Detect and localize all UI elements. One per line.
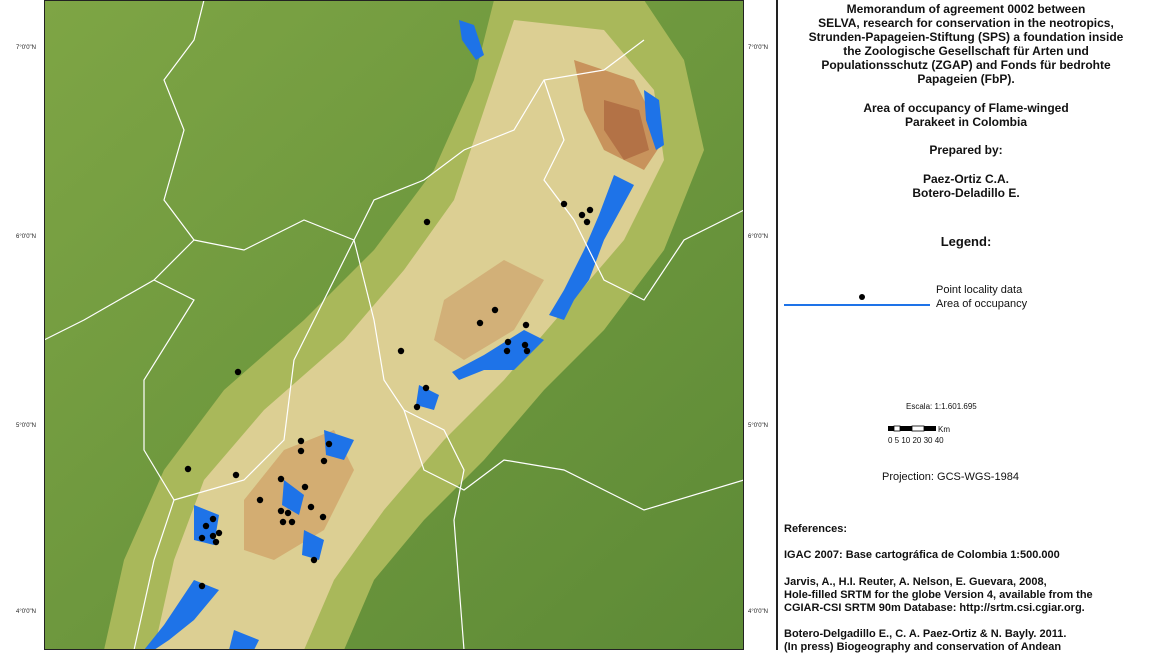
locality-point[interactable] <box>297 447 305 455</box>
locality-point[interactable] <box>215 529 223 537</box>
area-legend-label: Area of occupancy <box>936 298 1028 310</box>
reference-igac: IGAC 2007: Base cartográfica de Colombia… <box>784 549 1060 561</box>
locality-point[interactable] <box>297 437 305 445</box>
scale-segment <box>924 426 936 431</box>
locality-point[interactable] <box>184 465 192 473</box>
authors: Paez-Ortiz C.A. Botero-Deladillo E. <box>912 172 1020 200</box>
relief-map[interactable] <box>44 0 744 650</box>
locality-point[interactable] <box>319 513 327 521</box>
locality-point[interactable] <box>523 347 531 355</box>
locality-point[interactable] <box>198 582 206 590</box>
lat-label-left: 5°0'0"N <box>16 423 37 429</box>
locality-point[interactable] <box>422 384 430 392</box>
locality-point[interactable] <box>310 556 318 564</box>
locality-point[interactable] <box>413 403 421 411</box>
locality-point[interactable] <box>202 522 210 530</box>
point-legend-symbol <box>859 294 865 300</box>
scale-segment <box>888 426 894 431</box>
locality-point[interactable] <box>578 211 586 219</box>
scale-unit: Km <box>938 425 950 434</box>
locality-point[interactable] <box>586 206 594 214</box>
prepared-by-label: Prepared by: <box>929 143 1003 157</box>
reference-jarvis: Jarvis, A., H.I. Reuter, A. Nelson, E. G… <box>784 576 1093 614</box>
lat-label-right: 6°0'0"N <box>748 234 769 240</box>
lat-label-right: 7°0'0"N <box>748 45 769 51</box>
locality-point[interactable] <box>256 496 264 504</box>
scale-ticks: 0 5 10 20 30 40 <box>888 436 944 445</box>
point-legend-label: Point locality data <box>936 284 1023 296</box>
locality-point[interactable] <box>522 321 530 329</box>
map-frame: 7°0'0"N 6°0'0"N 5°0'0"N 4°0'0"N 7°0'0"N … <box>0 0 776 650</box>
locality-point[interactable] <box>277 475 285 483</box>
locality-point[interactable] <box>320 457 328 465</box>
reference-botero: Botero-Delgadillo E., C. A. Paez-Ortiz &… <box>784 628 1067 653</box>
lat-label-right: 4°0'0"N <box>748 609 769 615</box>
lat-label-left: 4°0'0"N <box>16 609 37 615</box>
scale-segment <box>893 425 901 432</box>
locality-point[interactable] <box>583 218 591 226</box>
map-subtitle: Area of occupancy of Flame-winged Parake… <box>863 101 1069 129</box>
lat-label-left: 7°0'0"N <box>16 45 37 51</box>
lat-label-left: 6°0'0"N <box>16 234 37 240</box>
locality-point[interactable] <box>476 319 484 327</box>
lat-label-right: 5°0'0"N <box>748 423 769 429</box>
locality-point[interactable] <box>521 341 529 349</box>
locality-point[interactable] <box>301 483 309 491</box>
locality-point[interactable] <box>209 515 217 523</box>
projection-text: Projection: GCS-WGS-1984 <box>882 471 1019 483</box>
locality-point[interactable] <box>234 368 242 376</box>
locality-point[interactable] <box>325 440 333 448</box>
memo-title: Memorandum of agreement 0002 between SEL… <box>808 2 1124 86</box>
scale-segment <box>911 425 925 432</box>
locality-point[interactable] <box>560 200 568 208</box>
locality-point[interactable] <box>288 518 296 526</box>
locality-point[interactable] <box>284 509 292 517</box>
scale-bar <box>888 425 936 432</box>
references-title: References: <box>784 523 847 535</box>
locality-point[interactable] <box>277 507 285 515</box>
locality-point[interactable] <box>423 218 431 226</box>
locality-point[interactable] <box>491 306 499 314</box>
locality-point[interactable] <box>279 518 287 526</box>
locality-point[interactable] <box>198 534 206 542</box>
legend-title: Legend: <box>940 234 992 249</box>
scale-text: Escala: 1:1.601.695 <box>906 402 977 411</box>
locality-point[interactable] <box>212 538 220 546</box>
scale-segment <box>900 426 912 431</box>
locality-point[interactable] <box>397 347 405 355</box>
legend-panel: Memorandum of agreement 0002 between SEL… <box>776 0 1170 653</box>
locality-point[interactable] <box>503 347 511 355</box>
locality-point[interactable] <box>209 532 217 540</box>
locality-point[interactable] <box>504 338 512 346</box>
locality-point[interactable] <box>307 503 315 511</box>
legend-symbols <box>784 294 930 306</box>
locality-point[interactable] <box>232 471 240 479</box>
